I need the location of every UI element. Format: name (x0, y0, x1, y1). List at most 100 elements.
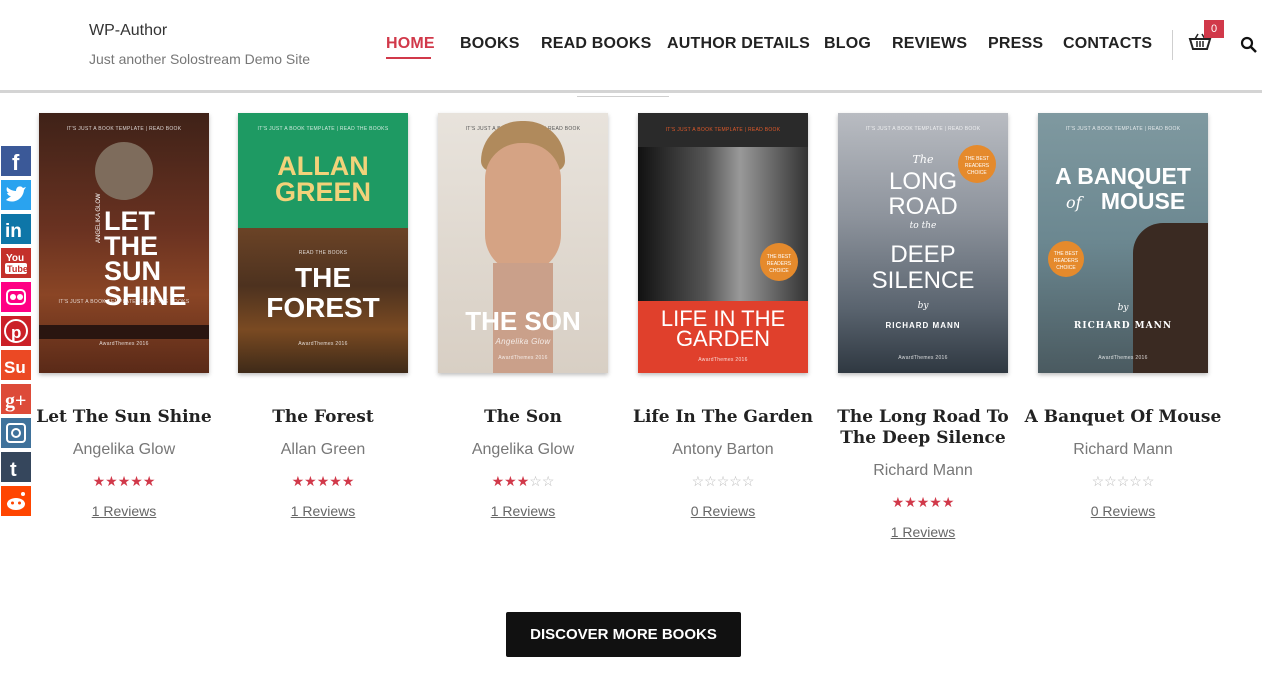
twitter-icon[interactable] (0, 179, 32, 211)
cover-author-text: RICHARD MANN (1073, 321, 1173, 331)
readers-choice-badge: THE BEST READERS CHOICE (760, 243, 798, 281)
reviews-link[interactable]: 1 Reviews (238, 503, 408, 519)
book-title[interactable]: A Banquet Of Mouse (1018, 407, 1228, 428)
cover-by: by (1117, 303, 1129, 313)
nav-item-reviews[interactable]: REVIEWS (892, 35, 967, 53)
reviews-link[interactable]: 1 Reviews (438, 503, 608, 519)
book-title[interactable]: The Son (418, 407, 628, 428)
social-share-bar: f in You Tube p Su g+ t (0, 145, 32, 519)
star-filled-icon: ★ (904, 494, 917, 510)
star-filled-icon: ★ (516, 473, 530, 489)
nav-item-blog[interactable]: BLOG (824, 35, 871, 53)
cover-line-1: The (912, 153, 934, 166)
cover-author-text: RICHARD MANN (885, 321, 961, 330)
cart-count-badge: 0 (1204, 20, 1224, 38)
cover-footer: AwardThemes 2016 (498, 355, 548, 361)
book-card: IT'S JUST A BOOK TEMPLATE | READ BOOK AN… (36, 113, 212, 519)
star-filled-icon: ★ (491, 473, 505, 489)
reddit-icon[interactable] (0, 485, 32, 517)
book-cover-a-banquet-of-mouse[interactable]: IT'S JUST A BOOK TEMPLATE | READ BOOK A … (1038, 113, 1208, 373)
book-card: IT'S JUST A BOOK TEMPLATE | READ THE BOO… (238, 113, 408, 519)
star-filled-icon: ★ (105, 473, 118, 489)
book-author[interactable]: Antony Barton (618, 441, 828, 459)
nav-item-contacts[interactable]: CONTACTS (1063, 35, 1152, 53)
book-title[interactable]: The Forest (218, 407, 428, 428)
star-filled-icon: ★ (130, 473, 143, 489)
book-cover-the-son[interactable]: IT'S JUST A BOOK TEMPLATE | READ BOOK TH… (438, 113, 608, 373)
book-title[interactable]: Let The Sun Shine (19, 407, 229, 428)
cover-top-text: IT'S JUST A BOOK TEMPLATE | READ BOOK (1065, 126, 1181, 132)
header-divider (0, 90, 1262, 93)
book-title[interactable]: Life In The Garden (618, 407, 828, 428)
pinterest-icon[interactable]: p (0, 315, 32, 347)
cover-top-text: IT'S JUST A BOOK TEMPLATE | READ BOOK (665, 127, 781, 133)
nav-item-home[interactable]: HOME (386, 35, 435, 53)
nav-item-books[interactable]: BOOKS (460, 35, 520, 53)
active-nav-underline (386, 57, 431, 59)
book-cover-let-the-sun-shine[interactable]: IT'S JUST A BOOK TEMPLATE | READ BOOK AN… (39, 113, 209, 373)
cover-footer: AwardThemes 2016 (898, 355, 948, 361)
svg-text:in: in (5, 221, 22, 242)
cover-footer: AwardThemes 2016 (1098, 355, 1148, 361)
nav-item-author-details[interactable]: AUTHOR DETAILS (667, 35, 810, 53)
reviews-link[interactable]: 0 Reviews (638, 503, 808, 519)
cover-top-text: IT'S JUST A BOOK TEMPLATE | READ BOOK (66, 126, 182, 132)
book-author[interactable]: Angelika Glow (418, 441, 628, 459)
discover-more-books-button[interactable]: DISCOVER MORE BOOKS (506, 612, 741, 657)
svg-text:You: You (6, 253, 24, 264)
youtube-icon[interactable]: You Tube (0, 247, 32, 279)
cover-line-1: A BANQUET (1055, 163, 1191, 189)
cover-main-text: THE SON (465, 306, 581, 336)
site-description: Just another Solostream Demo Site (89, 51, 310, 67)
cover-footer: AwardThemes 2016 (99, 341, 149, 347)
cover-line-5: DEEP (890, 241, 956, 268)
cover-author-text: Angelika Glow (495, 337, 551, 346)
cover-line-3: ROAD (888, 193, 958, 220)
star-empty-icon: ☆ (704, 473, 717, 489)
facebook-icon[interactable]: f (0, 145, 32, 177)
reviews-link[interactable]: 1 Reviews (39, 503, 209, 519)
book-card: IT'S JUST A BOOK TEMPLATE | READ BOOK TH… (438, 113, 608, 519)
star-filled-icon: ★ (916, 494, 930, 510)
star-filled-icon: ★ (504, 473, 517, 489)
star-filled-icon: ★ (291, 473, 305, 489)
svg-text:p: p (11, 323, 21, 342)
cover-small-label: READ THE BOOKS (298, 250, 348, 256)
star-filled-icon: ★ (92, 473, 106, 489)
star-rating: ★★★★★ (39, 473, 209, 490)
star-empty-icon: ☆ (1116, 473, 1130, 489)
linkedin-icon[interactable]: in (0, 213, 32, 245)
cover-main-text: LIFE IN THE GARDEN (660, 306, 786, 351)
book-author[interactable]: Richard Mann (1018, 441, 1228, 459)
flickr-icon[interactable] (0, 281, 32, 313)
book-card: IT'S JUST A BOOK TEMPLATE | READ BOOK TH… (837, 113, 1009, 540)
star-empty-icon: ☆ (729, 473, 742, 489)
star-empty-icon: ☆ (716, 473, 730, 489)
sun-graphic (95, 142, 153, 200)
star-empty-icon: ☆ (1104, 473, 1117, 489)
nav-item-press[interactable]: PRESS (988, 35, 1043, 53)
cover-line-2: LONG (888, 168, 957, 195)
section-divider (577, 96, 669, 97)
nav-item-read-books[interactable]: READ BOOKS (541, 35, 651, 53)
book-card: IT'S JUST A BOOK TEMPLATE | READ BOOK A … (1025, 113, 1221, 519)
book-author[interactable]: Angelika Glow (19, 441, 229, 459)
book-title[interactable]: The Long Road To The Deep Silence (818, 407, 1028, 449)
reviews-link[interactable]: 0 Reviews (1038, 503, 1208, 519)
book-cover-the-forest[interactable]: IT'S JUST A BOOK TEMPLATE | READ THE BOO… (238, 113, 408, 373)
star-rating: ☆☆☆☆☆ (638, 473, 808, 490)
star-filled-icon: ★ (941, 494, 955, 510)
book-cover-the-long-road[interactable]: IT'S JUST A BOOK TEMPLATE | READ BOOK TH… (838, 113, 1008, 373)
cover-top-text: IT'S JUST A BOOK TEMPLATE | READ BOOK (865, 126, 981, 132)
book-author[interactable]: Richard Mann (818, 462, 1028, 480)
search-icon[interactable] (1240, 36, 1258, 54)
book-cover-life-in-the-garden[interactable]: IT'S JUST A BOOK TEMPLATE | READ BOOK TH… (638, 113, 808, 373)
cover-footer: AwardThemes 2016 (698, 357, 748, 363)
reviews-link[interactable]: 1 Reviews (838, 524, 1008, 540)
book-author[interactable]: Allan Green (218, 441, 428, 459)
stumbleupon-icon[interactable]: Su (0, 349, 32, 381)
site-title[interactable]: WP-Author (89, 22, 167, 40)
star-empty-icon: ☆ (1129, 473, 1142, 489)
star-empty-icon: ☆ (741, 473, 755, 489)
cover-line-4: to the (909, 221, 937, 231)
